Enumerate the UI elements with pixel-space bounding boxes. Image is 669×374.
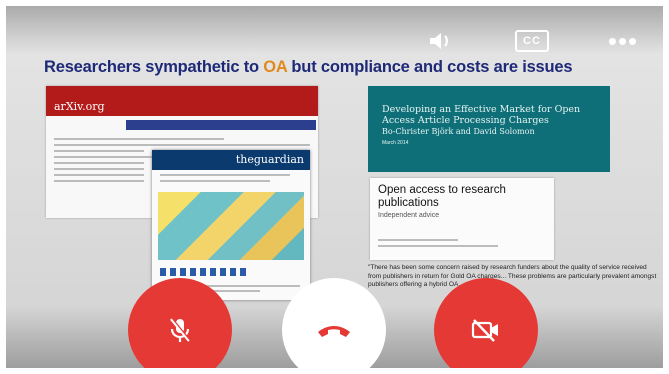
article-image bbox=[158, 192, 304, 260]
arxiv-bar bbox=[126, 120, 316, 130]
more-icon: ••• bbox=[607, 26, 639, 56]
text-line bbox=[378, 245, 498, 247]
text-line bbox=[378, 239, 458, 241]
video-frame: Researchers sympathetic to OA but compli… bbox=[6, 6, 663, 368]
speaker-button[interactable] bbox=[426, 28, 456, 54]
captions-button[interactable]: CC bbox=[514, 28, 550, 54]
text-line bbox=[160, 180, 270, 182]
arxiv-logo: arXiv.org bbox=[54, 100, 105, 113]
text-line bbox=[54, 168, 144, 170]
report-authors: Bo-Christer Björk and David Solomon bbox=[382, 127, 535, 136]
report-title: Developing an Effective Market for Open … bbox=[382, 104, 581, 126]
report-header bbox=[368, 86, 610, 104]
speaker-icon bbox=[430, 33, 448, 49]
title-highlight: OA bbox=[263, 58, 288, 76]
slide-title: Researchers sympathetic to OA but compli… bbox=[44, 58, 644, 77]
captions-icon: CC bbox=[515, 30, 549, 52]
advice-document: Open access to research publications Ind… bbox=[370, 178, 554, 260]
text-line bbox=[54, 138, 224, 140]
end-call-icon bbox=[318, 326, 350, 337]
top-control-bar bbox=[6, 6, 663, 54]
title-text-2: but compliance and costs are issues bbox=[287, 58, 573, 76]
report-date: March 2014 bbox=[382, 140, 409, 146]
text-line bbox=[160, 174, 290, 176]
text-line bbox=[54, 180, 144, 182]
text-line bbox=[54, 162, 144, 164]
video-off-icon bbox=[471, 319, 498, 342]
report-cover: Developing an Effective Market for Open … bbox=[368, 86, 610, 172]
title-text-1: Researchers sympathetic to bbox=[44, 58, 264, 76]
text-line bbox=[54, 144, 310, 146]
more-options-button[interactable]: ••• bbox=[606, 28, 640, 54]
share-icons bbox=[160, 268, 250, 276]
advice-title: Open access to research publications bbox=[378, 184, 506, 209]
advice-subtitle: Independent advice bbox=[378, 212, 440, 219]
text-line bbox=[54, 150, 144, 152]
arxiv-header: arXiv.org bbox=[46, 86, 318, 116]
mic-off-icon bbox=[170, 317, 191, 342]
guardian-masthead: theguardian bbox=[152, 150, 310, 170]
text-line bbox=[54, 174, 144, 176]
